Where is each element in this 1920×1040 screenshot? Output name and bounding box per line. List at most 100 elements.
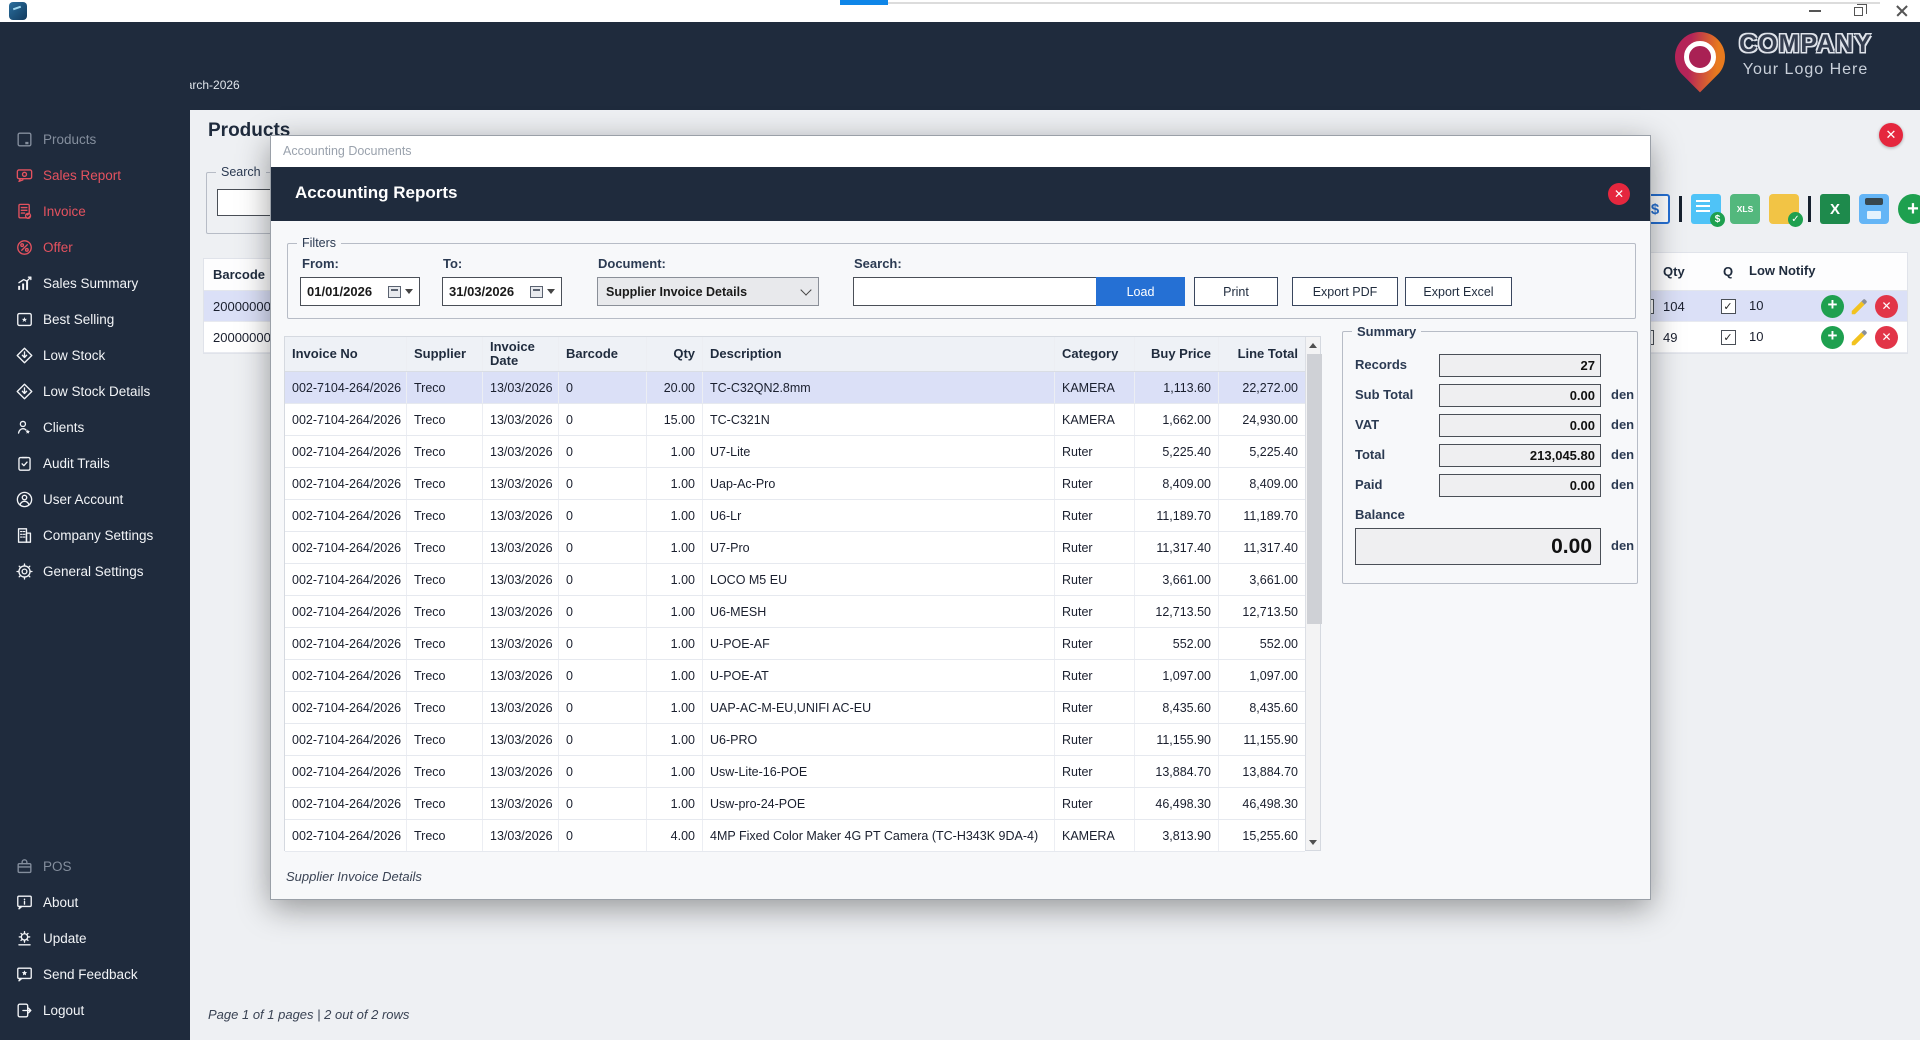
low-notify-checkbox[interactable]: [1720, 329, 1736, 345]
product-row[interactable]: 104 10: [1631, 291, 1907, 322]
cell-line-total: 3,661.00: [1249, 572, 1298, 587]
sidebar-item-best-selling[interactable]: Best Selling: [0, 301, 190, 337]
sidebar-item-sales-summary[interactable]: Sales Summary: [0, 265, 190, 301]
cell-barcode: 0: [559, 468, 647, 499]
invoice-row[interactable]: 002-7104-264/2026 Treco 13/03/2026 0 1.0…: [285, 724, 1305, 756]
edit-pencil-icon[interactable]: [1848, 326, 1871, 349]
delete-row-icon[interactable]: [1875, 325, 1898, 349]
edit-pencil-icon[interactable]: [1848, 295, 1871, 318]
page-close-button[interactable]: ✕: [1879, 123, 1903, 147]
package-check-icon[interactable]: ✓: [1769, 194, 1803, 227]
sidebar-item-update[interactable]: Update: [0, 920, 190, 956]
invoice-row[interactable]: 002-7104-264/2026 Treco 13/03/2026 0 4.0…: [285, 820, 1305, 852]
window-minimize-button[interactable]: [1809, 10, 1821, 12]
sidebar-item-user-account[interactable]: User Account: [0, 481, 190, 517]
dialog-window-label: Accounting Documents: [283, 144, 412, 158]
xls-file-icon[interactable]: XLS: [1730, 194, 1760, 224]
invoice-money-icon[interactable]: $: [1691, 194, 1725, 227]
sidebar-item-label: General Settings: [43, 563, 144, 579]
cell-line-total: 13,884.70: [1242, 764, 1298, 779]
sidebar-item-icon: [15, 130, 34, 149]
window-maximize-button[interactable]: [1854, 3, 1867, 16]
scrollbar-thumb[interactable]: [1307, 354, 1322, 624]
cell-supplier: Treco: [407, 596, 483, 627]
cell-category: Ruter: [1055, 564, 1135, 595]
sidebar-item-products[interactable]: Products: [0, 121, 190, 157]
product-row[interactable]: 49 10: [1631, 322, 1907, 353]
dialog-close-button[interactable]: ✕: [1608, 183, 1630, 205]
sidebar-item-send-feedback[interactable]: Send Feedback: [0, 956, 190, 992]
vat-label: VAT: [1355, 417, 1380, 432]
invoice-row[interactable]: 002-7104-264/2026 Treco 13/03/2026 0 1.0…: [285, 596, 1305, 628]
invoice-row[interactable]: 002-7104-264/2026 Treco 13/03/2026 0 1.0…: [285, 564, 1305, 596]
export-pdf-button[interactable]: Export PDF: [1292, 277, 1398, 306]
add-row-icon[interactable]: [1821, 294, 1844, 318]
cell-invoice-date: 13/03/2026: [483, 756, 559, 787]
sidebar-item-about[interactable]: About: [0, 884, 190, 920]
cell-category: KAMERA: [1055, 820, 1135, 851]
report-search-input[interactable]: [853, 277, 1102, 306]
invoice-row[interactable]: 002-7104-264/2026 Treco 13/03/2026 0 1.0…: [285, 660, 1305, 692]
add-row-icon[interactable]: [1821, 325, 1844, 349]
cell-supplier: Treco: [407, 500, 483, 531]
product-barcode: 200000000: [213, 298, 279, 314]
sidebar-item-low-stock[interactable]: Low Stock: [0, 337, 190, 373]
logo-title: COMPANY: [1739, 29, 1872, 58]
sidebar-item-company-settings[interactable]: Company Settings: [0, 517, 190, 553]
invoice-row[interactable]: 002-7104-264/2026 Treco 13/03/2026 0 1.0…: [285, 436, 1305, 468]
sidebar-item-sales-report[interactable]: Sales Report: [0, 157, 190, 193]
delete-row-icon[interactable]: [1875, 294, 1898, 318]
sidebar-item-logout[interactable]: Logout: [0, 992, 190, 1028]
invoice-row[interactable]: 002-7104-264/2026 Treco 13/03/2026 0 1.0…: [285, 532, 1305, 564]
load-button[interactable]: Load: [1096, 277, 1185, 306]
printer-icon[interactable]: [1859, 194, 1889, 224]
cell-invoice-date: 13/03/2026: [483, 436, 559, 467]
from-date-picker[interactable]: 01/01/2026: [300, 277, 420, 306]
excel-export-icon[interactable]: X: [1820, 194, 1850, 224]
cell-description: 4MP Fixed Color Maker 4G PT Camera (TC-H…: [703, 820, 1055, 851]
cell-line-total: 11,155.90: [1243, 732, 1298, 747]
invoice-row[interactable]: 002-7104-264/2026 Treco 13/03/2026 0 15.…: [285, 404, 1305, 436]
cell-category: Ruter: [1055, 660, 1135, 691]
sidebar-item-clients[interactable]: Clients: [0, 409, 190, 445]
invoice-row[interactable]: 002-7104-264/2026 Treco 13/03/2026 0 20.…: [285, 372, 1305, 404]
cell-line-total: 552.00: [1259, 636, 1298, 651]
cell-invoice-no: 002-7104-264/2026: [285, 788, 407, 819]
cell-invoice-no: 002-7104-264/2026: [285, 532, 407, 563]
cell-barcode: 0: [559, 404, 647, 435]
sidebar: Products Sales Report Invoice Offer Sale…: [0, 22, 190, 1040]
cell-qty: 20.00: [647, 372, 703, 403]
to-date-picker[interactable]: 31/03/2026: [442, 277, 562, 306]
from-date-value: 01/01/2026: [307, 284, 373, 299]
invoice-row[interactable]: 002-7104-264/2026 Treco 13/03/2026 0 1.0…: [285, 692, 1305, 724]
sidebar-item-low-stock-details[interactable]: Low Stock Details: [0, 373, 190, 409]
window-close-button[interactable]: [1896, 5, 1908, 17]
invoice-row[interactable]: 002-7104-264/2026 Treco 13/03/2026 0 1.0…: [285, 756, 1305, 788]
invoice-row[interactable]: 002-7104-264/2026 Treco 13/03/2026 0 1.0…: [285, 788, 1305, 820]
cell-invoice-date: 13/03/2026: [483, 596, 559, 627]
subtotal-value: 0.00: [1439, 384, 1601, 407]
cell-description: UAP-AC-M-EU,UNIFI AC-EU: [703, 692, 1055, 723]
table-scrollbar[interactable]: [1305, 337, 1322, 850]
sidebar-item-general-settings[interactable]: General Settings: [0, 553, 190, 589]
document-select[interactable]: Supplier Invoice Details: [597, 277, 819, 306]
print-button[interactable]: Print: [1194, 277, 1278, 306]
sidebar-item-invoice[interactable]: Invoice: [0, 193, 190, 229]
sidebar-item-pos[interactable]: POS: [0, 848, 190, 884]
scroll-up-arrow[interactable]: [1306, 337, 1320, 353]
add-product-icon[interactable]: +: [1898, 194, 1920, 224]
invoice-row[interactable]: 002-7104-264/2026 Treco 13/03/2026 0 1.0…: [285, 500, 1305, 532]
cell-description: U7-Lite: [703, 436, 1055, 467]
sidebar-item-audit-trails[interactable]: Audit Trails: [0, 445, 190, 481]
invoice-row[interactable]: 002-7104-264/2026 Treco 13/03/2026 0 1.0…: [285, 468, 1305, 500]
cell-category: Ruter: [1055, 532, 1135, 563]
scroll-down-arrow[interactable]: [1306, 834, 1320, 850]
sidebar-item-icon: [15, 346, 34, 365]
cell-line-total: 15,255.60: [1242, 828, 1298, 843]
sidebar-item-offer[interactable]: Offer: [0, 229, 190, 265]
cell-invoice-no: 002-7104-264/2026: [285, 692, 407, 723]
low-notify-checkbox[interactable]: [1720, 298, 1736, 314]
export-excel-button[interactable]: Export Excel: [1405, 277, 1512, 306]
invoice-row[interactable]: 002-7104-264/2026 Treco 13/03/2026 0 1.0…: [285, 628, 1305, 660]
cell-description: Usw-Lite-16-POE: [703, 756, 1055, 787]
